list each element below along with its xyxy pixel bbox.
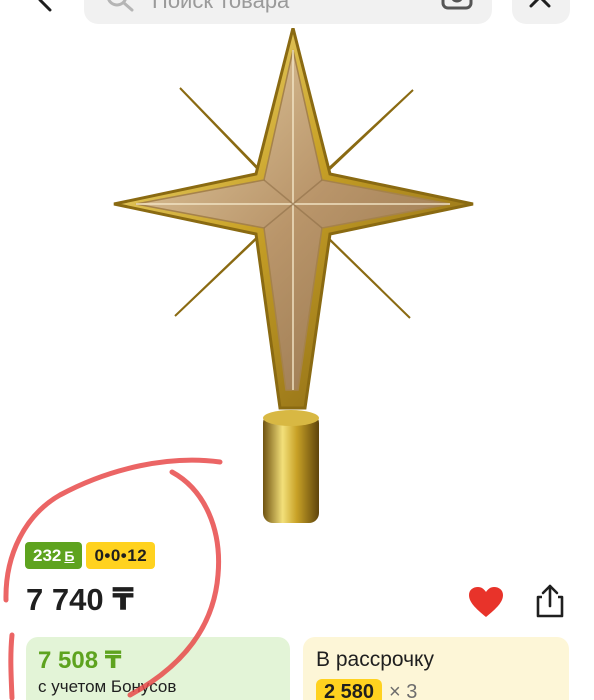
installment-card[interactable]: В рассрочку 2 580 × 3 xyxy=(303,637,569,700)
bonus-price: 7 508 ₸ xyxy=(38,647,122,674)
close-button[interactable] xyxy=(512,0,570,24)
product-image[interactable] xyxy=(100,28,490,528)
back-button[interactable] xyxy=(30,0,60,16)
installment-multiplier: × 3 xyxy=(389,681,418,700)
share-icon[interactable] xyxy=(532,583,568,619)
camera-icon[interactable] xyxy=(440,0,474,16)
chevron-left-icon xyxy=(38,0,52,12)
promo-badges: 232 Б 0•0•12 xyxy=(25,542,156,569)
installment-title: В рассрочку xyxy=(316,648,434,671)
search-placeholder: Поиск товара xyxy=(152,0,290,13)
bonus-currency-icon: Б xyxy=(64,547,75,564)
magnifier-icon xyxy=(107,0,134,12)
close-icon xyxy=(529,0,551,8)
bonus-badge[interactable]: 232 Б xyxy=(25,542,83,569)
bonus-price-card[interactable]: 7 508 ₸ с учетом Бонусов xyxy=(26,637,290,700)
product-price: 7 740 ₸ xyxy=(26,582,134,617)
installment-badge[interactable]: 0•0•12 xyxy=(86,542,156,569)
bonus-amount: 232 xyxy=(33,545,62,565)
bonus-caption: с учетом Бонусов xyxy=(38,677,177,696)
installment-amount: 2 580 xyxy=(316,679,383,700)
heart-icon[interactable] xyxy=(468,586,504,618)
top-bar: Поиск товара xyxy=(0,0,594,30)
search-field[interactable]: Поиск товара xyxy=(84,0,492,24)
